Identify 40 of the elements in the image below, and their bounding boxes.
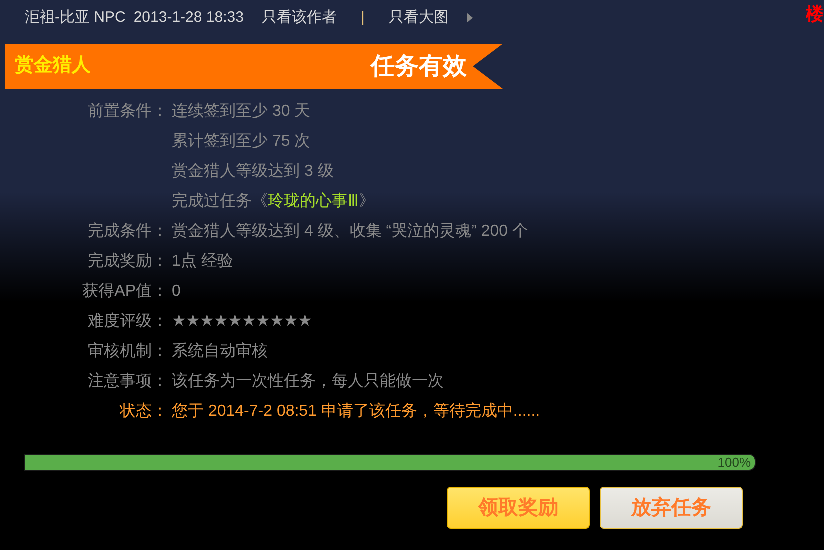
prerequisite-text: 完成过任务《: [172, 192, 268, 212]
post-time: 2013-1-28 18:33: [134, 8, 244, 28]
progress-reading: 100%: [718, 455, 751, 470]
category-title: 赏金猎人: [15, 54, 91, 78]
star-icon: ★: [228, 311, 242, 333]
field-label: 审核机制：: [88, 343, 168, 360]
field-label: 完成条件：: [88, 223, 168, 240]
task-status: 任务有效: [371, 52, 467, 82]
prerequisite-text: 》: [359, 192, 375, 212]
field-value: 系统自动审核: [172, 342, 268, 362]
star-icon: ★: [298, 311, 312, 333]
field-value: 赏金猎人等级达到 4 级、收集 “哭泣的灵魂” 200 个: [172, 222, 528, 242]
star-icon: ★: [200, 311, 214, 333]
star-icon: ★: [242, 311, 256, 333]
prerequisite-text: 赏金猎人等级达到 3 级: [172, 162, 335, 182]
separator: |: [360, 8, 366, 28]
field-label: 状态：: [120, 403, 168, 420]
star-icon: ★: [284, 311, 298, 333]
floor-label: 楼: [806, 3, 824, 26]
field-value: 1点 经验: [172, 252, 234, 272]
field-label: 前置条件：: [88, 103, 168, 120]
prerequisite-text: 连续签到至少 30 天: [172, 102, 312, 122]
author-name: 洰袓-比亚 NPC: [25, 8, 126, 28]
field-label: 注意事项：: [88, 373, 168, 390]
star-icon: ★: [270, 311, 284, 333]
star-icon: ★: [214, 311, 228, 333]
caret-right-icon[interactable]: [466, 13, 473, 23]
star-icon: ★: [256, 311, 270, 333]
author-only-link[interactable]: 只看该作者: [262, 6, 337, 30]
star-icon: ★: [172, 311, 186, 333]
prerequisite-text: 累计签到至少 75 次: [172, 132, 312, 152]
status-text: 您于 2014-7-2 08:51 申请了该任务，等待完成中......: [172, 402, 540, 422]
star-icon: ★: [186, 311, 200, 333]
task-link[interactable]: 玲珑的心事Ⅲ: [268, 191, 359, 213]
field-label: 获得AP值：: [82, 283, 168, 300]
field-value: 该任务为一次性任务，每人只能做一次: [172, 372, 444, 392]
field-label: 难度评级：: [88, 313, 168, 330]
field-label: 完成奖励：: [88, 253, 168, 270]
large-images-link[interactable]: 只看大图: [388, 6, 449, 30]
field-value: 0: [172, 282, 181, 302]
